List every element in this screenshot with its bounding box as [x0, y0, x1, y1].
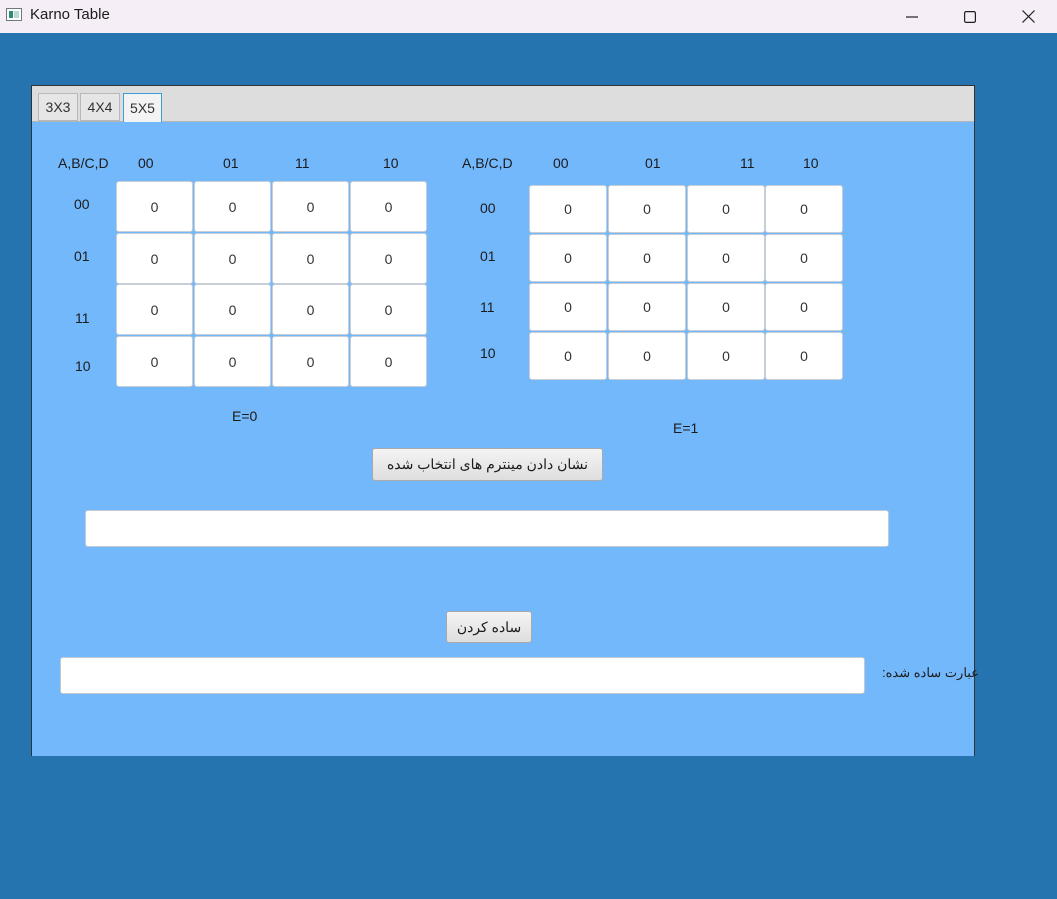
tab-strip: 3X3 4X4 5X5 — [32, 86, 974, 122]
right-map-col-header: 01 — [645, 155, 661, 171]
left-map-cell[interactable]: 0 — [272, 181, 349, 232]
karnaugh-panel: 3X3 4X4 5X5 A,B/C,D 00 01 11 10 00 01 11… — [31, 85, 979, 756]
simplified-expression-field[interactable] — [60, 657, 865, 694]
window-title: Karno Table — [30, 6, 110, 23]
left-map-cell[interactable]: 0 — [350, 336, 427, 387]
left-map-col-header: 01 — [223, 155, 239, 171]
left-map-caption: E=0 — [232, 408, 258, 424]
right-map-row-header: 11 — [480, 299, 495, 315]
left-map-cell[interactable]: 0 — [116, 181, 193, 232]
left-map-cell[interactable]: 0 — [194, 284, 271, 335]
right-map-cell[interactable]: 0 — [765, 234, 843, 282]
left-map-row-header: 11 — [75, 310, 90, 326]
right-map-cell[interactable]: 0 — [608, 234, 686, 282]
minimize-icon — [906, 15, 918, 18]
left-map-cell[interactable]: 0 — [350, 233, 427, 284]
right-map-cell[interactable]: 0 — [765, 332, 843, 380]
right-map-cell[interactable]: 0 — [687, 283, 765, 331]
right-map-cell[interactable]: 0 — [529, 332, 607, 380]
left-map-col-header: 00 — [138, 155, 154, 171]
right-map-cell[interactable]: 0 — [687, 185, 765, 233]
right-map-cell[interactable]: 0 — [608, 185, 686, 233]
right-map-col-header: 10 — [803, 155, 819, 171]
right-map-cell[interactable]: 0 — [608, 332, 686, 380]
left-map-cell[interactable]: 0 — [350, 284, 427, 335]
left-map-cell[interactable]: 0 — [116, 284, 193, 335]
right-map-caption: E=1 — [673, 420, 699, 436]
title-bar: Karno Table — [0, 0, 1057, 33]
right-map-cell[interactable]: 0 — [529, 283, 607, 331]
right-map-corner-label: A,B/C,D — [462, 155, 513, 171]
left-map-col-header: 10 — [383, 155, 399, 171]
right-map-cell[interactable]: 0 — [529, 234, 607, 282]
left-map-row-header: 01 — [74, 248, 90, 264]
left-map-cell[interactable]: 0 — [272, 233, 349, 284]
right-map-cell[interactable]: 0 — [687, 332, 765, 380]
right-map-col-header: 00 — [553, 155, 569, 171]
app-icon — [6, 8, 22, 21]
maximize-button[interactable] — [941, 0, 999, 33]
close-button[interactable] — [999, 0, 1057, 33]
right-map-row-header: 01 — [480, 248, 496, 264]
right-map-row-header: 00 — [480, 200, 496, 216]
simplify-button[interactable]: ساده کردن — [446, 611, 532, 643]
right-map-cell[interactable]: 0 — [608, 283, 686, 331]
left-map-cell[interactable]: 0 — [116, 336, 193, 387]
tab-4x4[interactable]: 4X4 — [80, 93, 120, 121]
left-map-cell[interactable]: 0 — [194, 233, 271, 284]
left-map-cell[interactable]: 0 — [350, 181, 427, 232]
left-map-cell[interactable]: 0 — [116, 233, 193, 284]
left-map-row-header: 10 — [75, 358, 91, 374]
left-map-row-header: 00 — [74, 196, 90, 212]
right-map-cell[interactable]: 0 — [765, 185, 843, 233]
left-map-corner-label: A,B/C,D — [58, 155, 109, 171]
show-minterms-button[interactable]: نشان دادن مینترم های انتخاب شده — [372, 448, 603, 481]
minterms-field[interactable] — [85, 510, 889, 547]
left-map-cell[interactable]: 0 — [194, 336, 271, 387]
left-map-cell[interactable]: 0 — [272, 284, 349, 335]
right-map-cell[interactable]: 0 — [687, 234, 765, 282]
minimize-button[interactable] — [883, 0, 941, 33]
left-map-cell[interactable]: 0 — [272, 336, 349, 387]
maximize-icon — [964, 10, 976, 23]
left-map-cell[interactable]: 0 — [194, 181, 271, 232]
tab-3x3[interactable]: 3X3 — [38, 93, 78, 121]
simplified-expression-label: عبارت ساده شده: — [882, 665, 979, 680]
tab-5x5[interactable]: 5X5 — [123, 93, 162, 122]
right-map-row-header: 10 — [480, 345, 496, 361]
close-icon — [1021, 10, 1035, 23]
left-map-col-header: 11 — [295, 155, 310, 171]
right-map-col-header: 11 — [740, 155, 755, 171]
right-map-cell[interactable]: 0 — [765, 283, 843, 331]
right-map-cell[interactable]: 0 — [529, 185, 607, 233]
